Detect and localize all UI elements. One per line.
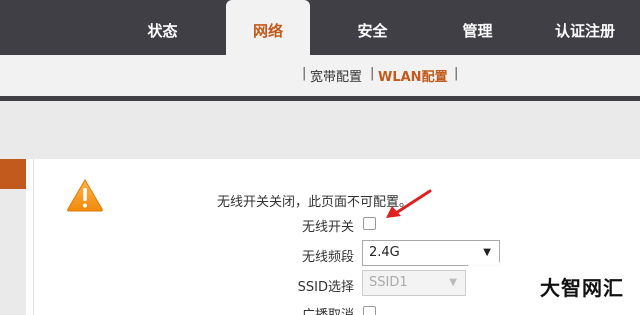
subnav-separator: | [370, 66, 375, 81]
tab-management[interactable]: 管理 [440, 0, 515, 55]
ssid-select[interactable]: SSID1 ▼ [362, 270, 466, 296]
wireless-switch-label: 无线开关 [301, 220, 354, 235]
sub-nav: | 宽带配置 | WLAN配置 | [0, 55, 640, 96]
band-select-value: 2.4G [369, 245, 400, 260]
disabled-notice: 无线开关关闭，此页面不可配置。 [217, 195, 413, 210]
ssid-label: SSID选择 [297, 280, 354, 295]
subnav-separator: | [302, 66, 307, 81]
chevron-down-icon: ▼ [449, 277, 457, 288]
tab-security[interactable]: 安全 [335, 0, 410, 55]
panel-divider [33, 159, 34, 315]
top-nav-bar: 状态 网络 安全 管理 认证注册 [0, 0, 640, 55]
watermark-text: 大智网汇 [540, 276, 624, 300]
tab-auth-register[interactable]: 认证注册 [540, 0, 630, 55]
subnav-broadband-config[interactable]: 宽带配置 [310, 66, 362, 85]
subnav-wlan-config[interactable]: WLAN配置 [378, 66, 448, 85]
subnav-separator: | [454, 66, 459, 81]
left-menu-active-indicator[interactable] [0, 159, 26, 189]
ssid-select-value: SSID1 [369, 275, 408, 290]
broadcast-cancel-label: 广播取消 [244, 304, 354, 315]
header-band [0, 101, 640, 159]
tab-status[interactable]: 状态 [125, 0, 200, 55]
red-arrow-annotation [386, 189, 432, 218]
tab-network[interactable]: 网络 [226, 0, 310, 55]
warning-icon [67, 179, 103, 212]
broadcast-cancel-checkbox[interactable] [363, 306, 376, 315]
left-menu-panel [0, 189, 26, 315]
wireless-switch-checkbox[interactable] [363, 217, 376, 230]
band-label: 无线频段 [301, 250, 354, 265]
